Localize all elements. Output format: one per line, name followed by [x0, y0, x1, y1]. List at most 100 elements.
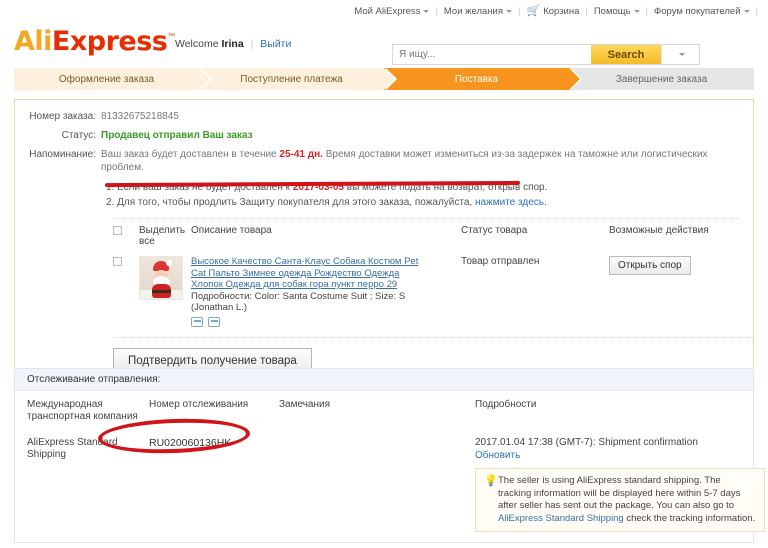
select-all-checkbox[interactable]: [113, 226, 122, 235]
step-label: Поступление платежа: [240, 73, 343, 85]
product-thumbnail-cell[interactable]: [139, 256, 191, 327]
column-header-details: Подробности: [475, 399, 537, 410]
step-order-placed: Оформление заказа: [14, 68, 212, 90]
lightbulb-icon: 💡: [484, 475, 498, 487]
chevron-down-icon: [743, 9, 750, 13]
nav-divider: |: [755, 5, 758, 17]
welcome-block: Welcome Irina | Выйти: [175, 38, 291, 50]
shipment-tracking-panel: Отслеживание отправления: Международная …: [14, 368, 765, 543]
product-status-cell: Товар отправлен: [461, 256, 609, 327]
order-number-row: Номер заказа: 81332675218845: [15, 110, 753, 123]
tip-text-before: The seller is using AliExpress standard …: [498, 475, 741, 511]
refresh-tracking-link[interactable]: Обновить: [475, 450, 520, 461]
topnav-item-buyer-forum[interactable]: Форум покупателей: [648, 6, 756, 17]
tracking-event-text: 2017.01.04 17:38 (GMT-7): Shipment confi…: [475, 437, 698, 448]
product-details-text: Подробности: Color: Santa Costume Suit ;…: [191, 290, 406, 314]
order-status-label: Статус:: [61, 130, 96, 141]
column-header-carrier: Международная транспортная компания: [27, 399, 138, 422]
reminder-delivery-days: 25-41 дн.: [279, 149, 323, 160]
tracking-tip-text: The seller is using AliExpress standard …: [498, 475, 756, 525]
chevron-down-icon: [423, 9, 430, 13]
chevron-down-icon: [633, 9, 640, 13]
product-description-text: Высокое Качество Санта-Клаус Собака Кост…: [191, 256, 421, 327]
product-title-link[interactable]: Высокое Качество Санта-Клаус Собака Кост…: [191, 256, 418, 290]
tracking-info-tip: 💡 The seller is using AliExpress standar…: [475, 468, 765, 532]
topnav-item-my-aliexpress[interactable]: Мой AliExpress: [348, 6, 435, 17]
row-checkbox[interactable]: [113, 257, 122, 266]
logout-link[interactable]: Выйти: [260, 38, 291, 50]
site-header: AliExpress™ Welcome Irina | Выйти Search…: [0, 22, 768, 85]
order-reminder-label: Напоминание:: [29, 149, 96, 160]
topnav-item-wishlist[interactable]: Мои желания: [438, 6, 518, 17]
tip-text-after: check the tracking information.: [626, 512, 756, 524]
step-arrow: [569, 68, 580, 90]
cart-icon: 🛒: [526, 4, 541, 17]
product-actions-cell: Открыть спор: [609, 256, 739, 327]
topnav-label: Корзина: [543, 5, 580, 17]
product-table: Выделить все Описание товара Статус това…: [113, 218, 739, 327]
order-details-panel: Номер заказа: 81332675218845 Статус: Про…: [14, 99, 754, 387]
column-header-description: Описание товара: [191, 225, 272, 236]
search-bar: Search: [392, 44, 700, 65]
column-header-actions: Возможные действия: [609, 225, 709, 236]
step-delivery: Поставка: [384, 68, 582, 90]
topnav-label: Форум покупателей: [654, 5, 741, 17]
topnav-label: Мои желания: [443, 5, 504, 17]
step-order-complete: Завершение заказа: [569, 68, 754, 90]
order-status-value: Продавец отправил Ваш заказ: [101, 130, 253, 141]
reminder-text-before: Ваш заказ будет доставлен в течение: [101, 149, 277, 160]
product-table-header: Выделить все Описание товара Статус това…: [113, 225, 739, 251]
step-arrow: [384, 68, 395, 90]
order-reminder-row: Напоминание: Ваш заказ будет доставлен в…: [15, 148, 753, 174]
product-status-text: Товар отправлен: [461, 256, 540, 267]
topnav-item-help[interactable]: Помощь: [588, 6, 646, 17]
step-payment-received: Поступление платежа: [199, 68, 397, 90]
select-all-checkbox-cell[interactable]: [113, 225, 139, 247]
thumb-hat-pom-shape: [166, 260, 172, 266]
topnav-label: Помощь: [593, 5, 631, 17]
topnav-label: Мой AliExpress: [354, 5, 421, 17]
order-note-2: 2. Для того, чтобы продлить Защиту покуп…: [106, 195, 753, 210]
welcome-divider: |: [250, 38, 254, 50]
product-description-cell: Высокое Качество Санта-Клаус Собака Кост…: [191, 256, 461, 327]
chevron-down-icon: [506, 9, 513, 13]
note2-text-after: .: [543, 197, 547, 208]
product-mini-actions: [191, 316, 421, 327]
logo-part-express: Express: [51, 26, 168, 57]
contact-seller-icon[interactable]: [208, 316, 220, 327]
aliexpress-logo[interactable]: AliExpress™: [14, 26, 176, 57]
step-label: Завершение заказа: [615, 73, 708, 85]
order-progress-steps: Оформление заказа Поступление платежа По…: [14, 68, 754, 90]
search-category-dropdown[interactable]: [661, 45, 699, 64]
step-label: Оформление заказа: [58, 73, 155, 85]
open-dispute-button[interactable]: Открыть спор: [609, 256, 691, 275]
tracking-notes-value: [279, 437, 475, 532]
order-number-label: Номер заказа:: [29, 111, 96, 122]
logo-part-ali: Ali: [14, 26, 52, 57]
tracking-section-title: Отслеживание отправления:: [15, 369, 753, 391]
topnav-item-cart[interactable]: 🛒 Корзина: [520, 4, 585, 17]
tracking-table-header: Международная транспортная компания Номе…: [15, 391, 753, 425]
order-number-value: 81332675218845: [101, 111, 179, 122]
step-arrow: [199, 68, 210, 90]
welcome-greeting: Welcome: [175, 38, 219, 50]
search-input[interactable]: [393, 45, 591, 64]
chevron-down-icon: [679, 53, 685, 56]
product-row: Высокое Качество Санта-Клаус Собака Кост…: [113, 251, 739, 327]
note2-text-before: 2. Для того, чтобы продлить Защиту покуп…: [106, 197, 473, 208]
top-navigation-bar: Мой AliExpress | Мои желания | 🛒 Корзина…: [0, 0, 768, 22]
buy-again-icon[interactable]: [191, 316, 203, 327]
aliexpress-standard-shipping-link[interactable]: AliExpress Standard Shipping: [498, 513, 624, 524]
select-all-label: Выделить все: [139, 225, 186, 247]
row-checkbox-cell[interactable]: [113, 256, 139, 327]
thumb-belt-shape: [152, 290, 171, 293]
order-reminder-text: Ваш заказ будет доставлен в течение 25-4…: [101, 148, 753, 174]
column-header-notes: Замечания: [279, 399, 331, 410]
search-button[interactable]: Search: [591, 45, 661, 64]
order-status-row: Статус: Продавец отправил Ваш заказ: [15, 129, 753, 142]
product-thumbnail-image[interactable]: [139, 256, 183, 300]
step-label: Поставка: [454, 73, 499, 85]
welcome-username: Irina: [221, 38, 244, 50]
extend-protection-link[interactable]: нажмите здесь: [475, 197, 544, 208]
tracking-details-cell: 2017.01.04 17:38 (GMT-7): Shipment confi…: [475, 437, 765, 532]
